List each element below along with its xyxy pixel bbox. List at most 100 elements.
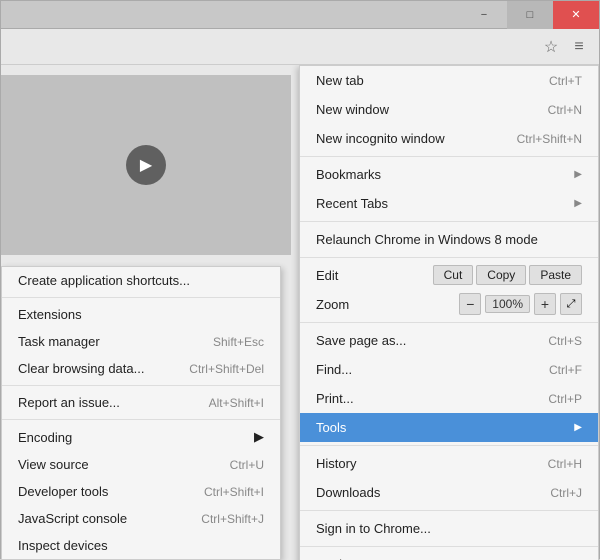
print-shortcut: Ctrl+P [548,392,582,406]
zoom-minus-button[interactable]: − [459,293,481,315]
bookmark-icon[interactable]: ☆ [537,33,565,61]
copy-button[interactable]: Copy [476,265,526,285]
history-shortcut: Ctrl+H [548,457,582,471]
page-content: ▶ Create application shortcuts... Extens… [1,65,599,560]
new-tab-label: New tab [316,73,364,88]
recent-tabs-item[interactable]: Recent Tabs ▶ [300,189,598,218]
sep-5 [300,445,598,446]
js-console-item[interactable]: JavaScript console Ctrl+Shift+J [2,505,280,532]
tools-label: Tools [316,420,346,435]
js-console-shortcut: Ctrl+Shift+J [201,512,264,526]
history-item[interactable]: History Ctrl+H [300,449,598,478]
find-item[interactable]: Find... Ctrl+F [300,355,598,384]
new-tab-shortcut: Ctrl+T [549,74,582,88]
save-page-label: Save page as... [316,333,406,348]
save-page-item[interactable]: Save page as... Ctrl+S [300,326,598,355]
clear-browsing-item[interactable]: Clear browsing data... Ctrl+Shift+Del [2,355,280,382]
print-item[interactable]: Print... Ctrl+P [300,384,598,413]
encoding-item[interactable]: Encoding ▶ [2,423,280,451]
sep-4 [300,322,598,323]
new-window-item[interactable]: New window Ctrl+N [300,95,598,124]
thumbnail-area: ▶ [1,75,291,255]
zoom-label: Zoom [316,297,349,312]
nav-bar: ☆ ≡ [1,29,599,65]
report-issue-label: Report an issue... [18,395,120,410]
find-shortcut: Ctrl+F [549,363,582,377]
bookmarks-arrow: ▶ [574,169,582,180]
developer-tools-label: Developer tools [18,484,108,499]
tools-arrow: ▶ [574,422,582,433]
chrome-menu-icon[interactable]: ≡ [565,33,593,61]
sep-1 [300,156,598,157]
browser-window: − □ ✕ ☆ ≡ ▶ Create application shortcuts… [0,0,600,559]
developer-tools-shortcut: Ctrl+Shift+I [204,485,264,499]
report-issue-item[interactable]: Report an issue... Alt+Shift+I [2,389,280,416]
downloads-item[interactable]: Downloads Ctrl+J [300,478,598,507]
encoding-arrow: ▶ [254,429,264,445]
title-bar: − □ ✕ [1,1,599,29]
sep-7 [300,546,598,547]
maximize-button[interactable]: □ [507,1,553,29]
title-bar-buttons: − □ ✕ [461,1,599,28]
developer-tools-item[interactable]: Developer tools Ctrl+Shift+I [2,478,280,505]
view-source-item[interactable]: View source Ctrl+U [2,451,280,478]
sep-2 [300,221,598,222]
chrome-menu: New tab Ctrl+T New window Ctrl+N New inc… [299,65,599,560]
task-manager-item[interactable]: Task manager Shift+Esc [2,328,280,355]
create-shortcuts-label: Create application shortcuts... [18,273,190,288]
history-label: History [316,456,356,471]
new-incognito-shortcut: Ctrl+Shift+N [517,132,582,146]
new-incognito-item[interactable]: New incognito window Ctrl+Shift+N [300,124,598,153]
close-button[interactable]: ✕ [553,1,599,29]
left-sep-1 [2,297,280,298]
find-label: Find... [316,362,352,377]
zoom-row: Zoom − 100% + ⤢ [300,289,598,319]
sign-in-label: Sign in to Chrome... [316,521,431,536]
inspect-devices-label: Inspect devices [18,538,108,553]
task-manager-shortcut: Shift+Esc [213,335,264,349]
downloads-label: Downloads [316,485,380,500]
paste-button[interactable]: Paste [529,265,582,285]
downloads-shortcut: Ctrl+J [550,486,582,500]
minimize-button[interactable]: − [461,1,507,29]
bookmarks-label: Bookmarks [316,167,381,182]
tools-submenu: Create application shortcuts... Extensio… [1,266,281,560]
inspect-devices-item[interactable]: Inspect devices [2,532,280,559]
sign-in-item[interactable]: Sign in to Chrome... [300,514,598,543]
relaunch-label: Relaunch Chrome in Windows 8 mode [316,232,538,247]
new-window-shortcut: Ctrl+N [548,103,582,117]
edit-buttons: Cut Copy Paste [433,265,582,285]
zoom-controls: − 100% + ⤢ [459,293,582,315]
zoom-fullscreen-button[interactable]: ⤢ [560,293,582,315]
view-source-label: View source [18,457,89,472]
recent-tabs-arrow: ▶ [574,198,582,209]
left-sep-3 [2,419,280,420]
new-incognito-label: New incognito window [316,131,445,146]
cut-button[interactable]: Cut [433,265,474,285]
zoom-value-display: 100% [485,295,530,313]
extensions-item[interactable]: Extensions [2,301,280,328]
new-window-label: New window [316,102,389,117]
new-tab-item[interactable]: New tab Ctrl+T [300,66,598,95]
zoom-plus-button[interactable]: + [534,293,556,315]
task-manager-label: Task manager [18,334,100,349]
clear-browsing-shortcut: Ctrl+Shift+Del [189,362,264,376]
sep-3 [300,257,598,258]
view-source-shortcut: Ctrl+U [230,458,264,472]
report-issue-shortcut: Alt+Shift+I [209,396,264,410]
sep-6 [300,510,598,511]
edit-label: Edit [316,268,338,283]
tools-item[interactable]: Tools ▶ [300,413,598,442]
left-sep-2 [2,385,280,386]
bookmarks-item[interactable]: Bookmarks ▶ [300,160,598,189]
create-shortcuts-item[interactable]: Create application shortcuts... [2,267,280,294]
js-console-label: JavaScript console [18,511,127,526]
relaunch-item[interactable]: Relaunch Chrome in Windows 8 mode [300,225,598,254]
encoding-label: Encoding [18,430,72,445]
recent-tabs-label: Recent Tabs [316,196,388,211]
print-label: Print... [316,391,354,406]
play-button[interactable]: ▶ [126,145,166,185]
edit-row: Edit Cut Copy Paste [300,261,598,289]
extensions-label: Extensions [18,307,82,322]
clear-browsing-label: Clear browsing data... [18,361,144,376]
